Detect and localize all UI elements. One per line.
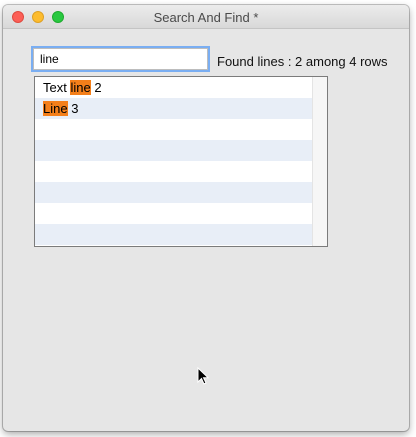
title-bar[interactable]: Search And Find * xyxy=(3,5,409,29)
mouse-pointer-icon xyxy=(197,366,210,390)
results-rows: Text line 2 Line 3 xyxy=(35,77,312,245)
row-text-after: 2 xyxy=(90,80,102,95)
table-row-empty xyxy=(35,161,312,182)
row-match-highlight: Line xyxy=(43,101,68,116)
table-row-empty xyxy=(35,203,312,224)
vertical-scrollbar[interactable] xyxy=(312,77,327,246)
row-match-highlight: line xyxy=(70,80,91,95)
found-lines-status: Found lines : 2 among 4 rows xyxy=(217,54,388,69)
table-row[interactable]: Line 3 xyxy=(35,98,312,119)
table-row-empty xyxy=(35,140,312,161)
row-text-after: 3 xyxy=(67,101,79,116)
table-row[interactable]: Text line 2 xyxy=(35,77,312,98)
table-row-empty xyxy=(35,182,312,203)
results-table[interactable]: Text line 2 Line 3 xyxy=(34,76,328,247)
table-row-empty xyxy=(35,224,312,245)
table-row-empty xyxy=(35,119,312,140)
search-input[interactable] xyxy=(31,46,210,72)
window-title: Search And Find * xyxy=(153,10,259,25)
row-text-before: Text xyxy=(43,80,71,95)
